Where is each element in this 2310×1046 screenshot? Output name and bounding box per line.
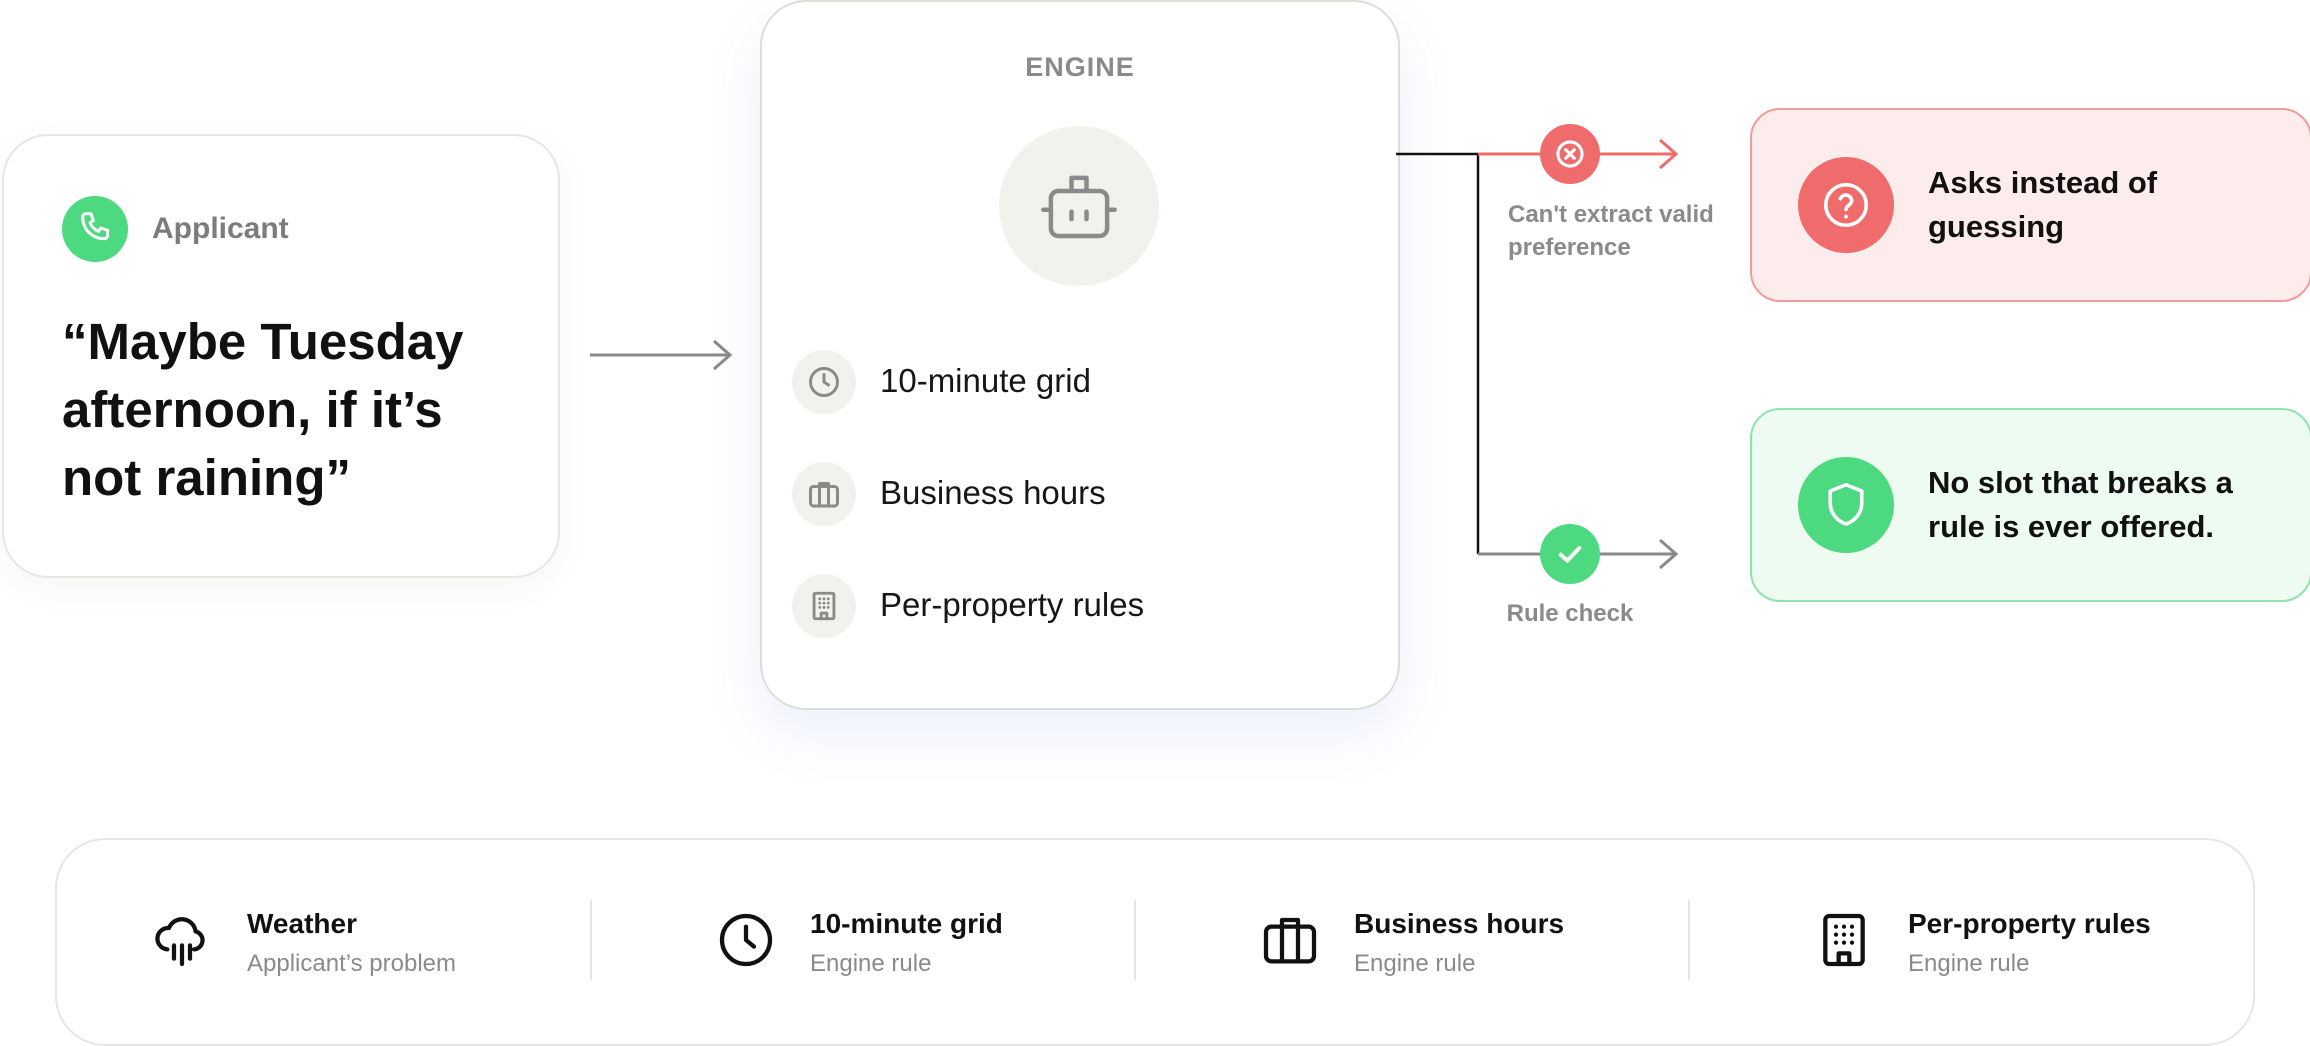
rain-cloud-icon	[155, 917, 205, 967]
briefcase-icon	[1263, 917, 1317, 964]
outcome-ask-text: Asks instead of guessing	[1928, 165, 2158, 244]
clock-icon	[719, 913, 773, 967]
building-icon	[1823, 913, 1865, 967]
reject-label: Can't extract valid preference	[1508, 201, 1714, 261]
legend-divider	[1688, 900, 1690, 980]
legend-weather-title: Weather	[247, 908, 357, 939]
legend-panel	[55, 838, 2255, 1046]
legend-divider	[590, 900, 592, 980]
applicant-label: Applicant	[152, 212, 289, 245]
branch-connectors	[1396, 138, 1679, 570]
legend-grid-title: 10-minute grid	[810, 908, 1003, 939]
shield-icon	[1798, 457, 1894, 553]
legend-property-subtitle: Engine rule	[1908, 950, 2030, 977]
outcome-ask-card: Asks instead of guessing	[1750, 108, 2310, 302]
legend-hours-title: Business hours	[1354, 908, 1565, 939]
check-icon	[1540, 524, 1600, 584]
outcome-safe-text: No slot that breaks a rule is ever offer…	[1928, 465, 2233, 544]
legend-property-title: Per-property rules	[1908, 908, 2151, 939]
clock-icon	[792, 350, 856, 414]
reject-icon	[1540, 124, 1600, 184]
engine-title: ENGINE	[1025, 52, 1135, 82]
briefcase-icon	[792, 462, 856, 526]
legend-divider	[1134, 900, 1136, 980]
legend-hours-subtitle: Engine rule	[1354, 950, 1476, 977]
question-icon	[1798, 157, 1894, 253]
robot-icon	[999, 126, 1159, 286]
engine-rule-property: Per-property rules	[880, 586, 1145, 623]
building-icon	[792, 574, 856, 638]
engine-rule-grid: 10-minute grid	[880, 362, 1091, 399]
legend-weather-subtitle: Applicant’s problem	[247, 950, 457, 977]
input-arrow	[590, 339, 733, 371]
outcome-safe-card: No slot that breaks a rule is ever offer…	[1750, 408, 2310, 602]
rule-check-label: Rule check	[1506, 600, 1634, 627]
legend-grid-subtitle: Engine rule	[810, 950, 932, 977]
applicant-quote: “Maybe Tuesday afternoon, if it’s not ra…	[62, 313, 464, 506]
phone-icon	[62, 196, 128, 262]
engine-rule-hours: Business hours	[880, 474, 1106, 511]
